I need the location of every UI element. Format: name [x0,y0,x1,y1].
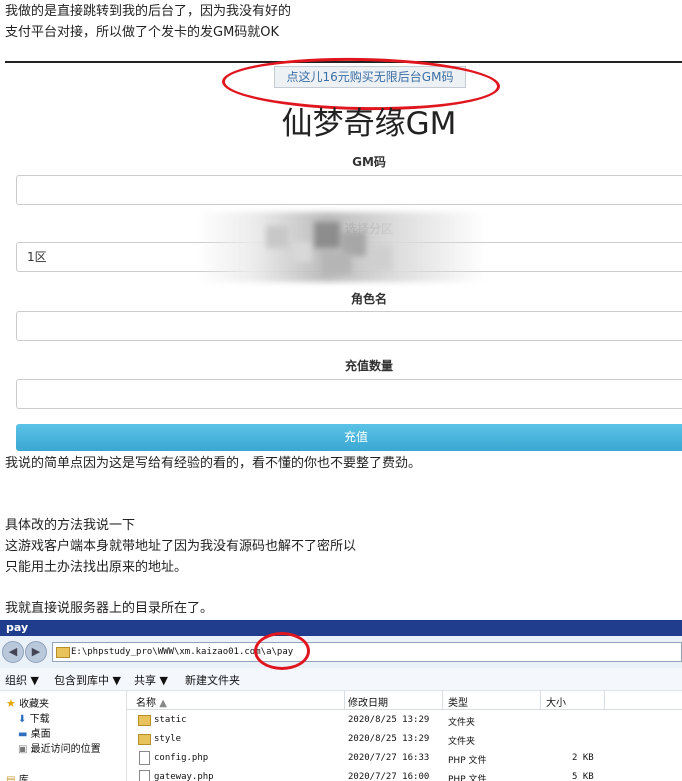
tree-item-desktop[interactable]: ▬ 桌面 [18,725,51,740]
annotation-circle [254,632,310,670]
share-button[interactable]: 共享 ▼ [134,672,168,688]
file-row[interactable]: static 2020/8/25 13:29 文件夹 [126,711,682,730]
column-divider [540,691,541,709]
column-name-label: 名称 [136,698,156,709]
column-size[interactable]: 大小 [546,694,566,709]
amount-input[interactable] [16,379,682,409]
folder-icon [138,734,151,745]
file-row[interactable]: config.php 2020/7/27 16:33 PHP 文件 2 KB [126,749,682,768]
file-modified: 2020/8/25 13:29 [348,715,430,725]
file-modified: 2020/7/27 16:00 [348,772,430,781]
organize-button[interactable]: 组织 ▼ [5,672,39,688]
intro-line-1: 我做的是直接跳转到我的后台了，因为我没有好的 [5,4,292,19]
file-name: static [154,715,187,725]
file-modified: 2020/8/25 13:29 [348,734,430,744]
body-paragraph-3: 这游戏客户端本身就带地址了因为我没有源码也解不了密所以 [5,539,357,554]
tree-item-downloads[interactable]: ⬇ 下载 [18,710,50,725]
star-icon: ★ [6,697,16,710]
column-type[interactable]: 类型 [448,694,468,709]
folder-icon [56,647,70,658]
tree-label: 最近访问的位置 [30,744,101,755]
tree-item-recent[interactable]: ▣ 最近访问的位置 [18,740,101,755]
server-select-value: 1区 [27,250,47,264]
divider [5,61,682,63]
file-type: PHP 文件 [448,756,487,766]
amount-label: 充值数量 [344,359,393,373]
folder-icon [138,715,151,726]
navigation-pane: ★ 收藏夹 ⬇ 下载 ▬ 桌面 ▣ 最近访问的位置 ▤ 库 [0,691,127,781]
buy-gm-code-link[interactable]: 点这儿16元购买无限后台GM码 [274,66,466,88]
tree-label: 桌面 [30,729,51,740]
file-size: 2 KB [572,753,594,763]
mosaic-blur [196,212,486,282]
file-size: 5 KB [572,772,594,781]
file-row[interactable]: gateway.php 2020/7/27 16:00 PHP 文件 5 KB [126,768,682,781]
file-modified: 2020/7/27 16:33 [348,753,430,763]
body-paragraph-2: 具体改的方法我说一下 [5,518,136,533]
file-type: PHP 文件 [448,775,487,781]
sort-ascending-icon: ▲ [159,698,167,709]
explorer-title-bar: pay [0,620,682,636]
file-name: config.php [154,753,209,763]
file-type: 文件夹 [448,718,476,728]
include-library-button[interactable]: 包含到库中 ▼ [54,672,121,688]
recent-places-icon: ▣ [18,744,28,755]
explorer-toolbar: 组织 ▼ 包含到库中 ▼ 共享 ▼ 新建文件夹 [0,668,682,691]
column-divider [442,691,443,709]
role-input[interactable] [16,311,682,341]
role-label: 角色名 [350,292,387,306]
game-title: 仙梦奇缘GM [281,106,457,142]
php-file-icon [139,751,150,765]
forward-icon[interactable]: ▶ [25,641,47,663]
php-file-icon [139,770,150,781]
tree-label: 收藏夹 [19,699,50,710]
recharge-button[interactable]: 充值 [16,424,682,451]
intro-line-2: 支付平台对接，所以做了个发卡的发GM码就OK [5,25,280,40]
column-divider [344,691,345,709]
column-name[interactable]: 名称 ▲ [136,694,167,709]
tree-label: 库 [18,775,29,781]
file-name: gateway.php [154,772,214,781]
file-row[interactable]: style 2020/8/25 13:29 文件夹 [126,730,682,749]
body-paragraph-4: 只能用土办法找出原来的地址。 [5,560,188,575]
tree-label: 下载 [29,714,50,725]
gm-code-label: GM码 [352,155,386,169]
file-explorer-window: pay ◀ ▶ E:\phpstudy_pro\WWW\xm.kaizao01.… [0,620,682,781]
new-folder-button[interactable]: 新建文件夹 [185,672,240,688]
column-modified[interactable]: 修改日期 [348,694,388,709]
file-type: 文件夹 [448,737,476,747]
column-header: 名称 ▲ 修改日期 类型 大小 [126,691,682,710]
library-icon: ▤ [6,775,16,781]
download-icon: ⬇ [18,714,27,725]
address-input[interactable]: E:\phpstudy_pro\WWW\xm.kaizao01.com\a\pa… [52,642,682,662]
explorer-address-bar: ◀ ▶ E:\phpstudy_pro\WWW\xm.kaizao01.com\… [0,636,682,668]
file-name: style [154,734,182,744]
back-icon[interactable]: ◀ [2,641,24,663]
gm-code-input[interactable] [16,175,682,205]
tree-item-library[interactable]: ▤ 库 [6,771,29,781]
body-paragraph-1: 我说的简单点因为这是写给有经验的看的，看不懂的你也不要整了费劲。 [5,456,422,471]
desktop-icon: ▬ [18,729,28,740]
column-divider [604,691,605,709]
tree-item-favorites[interactable]: ★ 收藏夹 [6,695,49,710]
body-paragraph-5: 我就直接说服务器上的目录所在了。 [5,601,214,616]
